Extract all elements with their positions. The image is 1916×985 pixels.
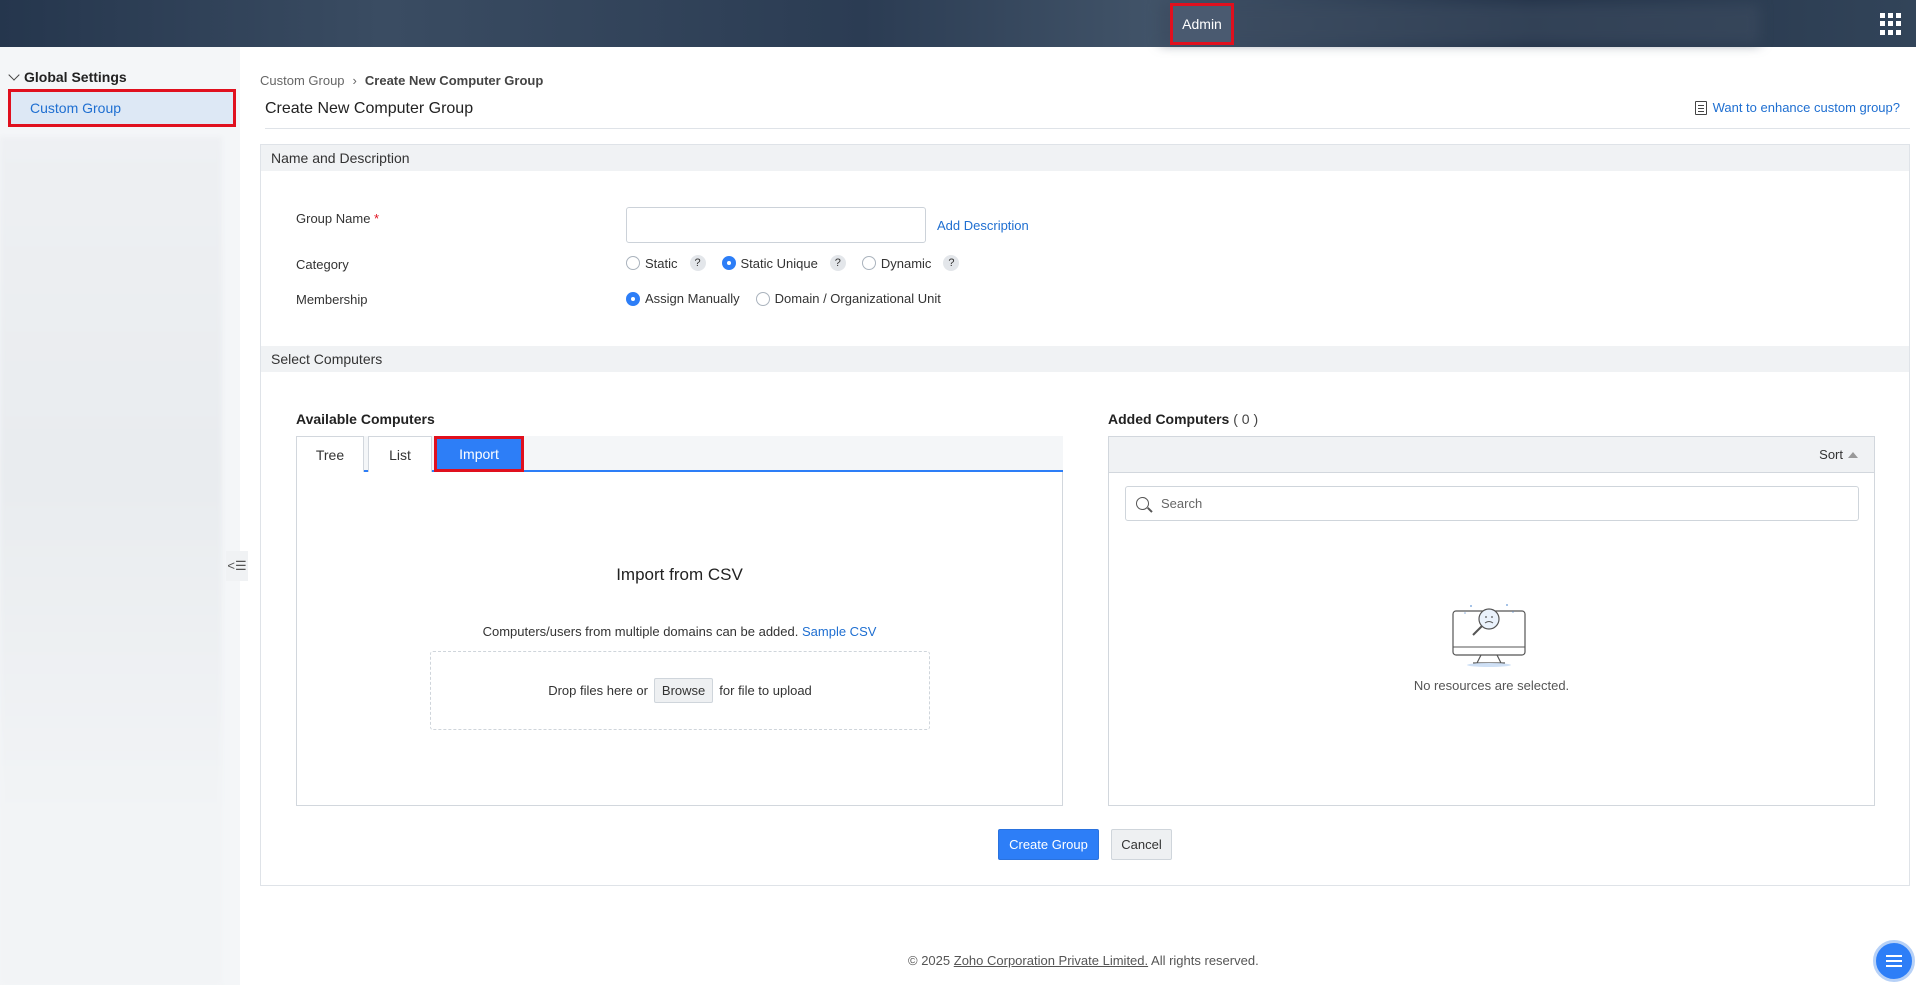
browse-button[interactable]: Browse: [653, 678, 714, 703]
added-computers-panel: Sort No resou: [1108, 436, 1875, 806]
added-title-text: Added Computers: [1108, 411, 1230, 427]
breadcrumb-current: Create New Computer Group: [364, 73, 544, 88]
membership-label: Membership: [296, 292, 368, 307]
required-mark: *: [374, 211, 380, 226]
sort-label: Sort: [1819, 447, 1843, 462]
group-name-input[interactable]: [626, 207, 926, 243]
create-group-button[interactable]: Create Group: [998, 829, 1099, 860]
radio-icon[interactable]: [861, 256, 876, 270]
option-label: Static Unique: [740, 255, 818, 271]
option-label: Domain / Organizational Unit: [774, 291, 941, 306]
radio-selected-icon[interactable]: [626, 291, 640, 306]
menu-fab-icon[interactable]: [1873, 940, 1915, 982]
category-option-static-unique[interactable]: Static Unique?: [721, 255, 868, 271]
sidebar: Global Settings Custom Group <☰: [0, 47, 248, 985]
sidebar-heading-label: Global Settings: [24, 69, 127, 85]
sidebar-item-custom-group[interactable]: Custom Group: [8, 89, 236, 127]
tab-tree[interactable]: Tree: [296, 436, 364, 472]
help-icon[interactable]: ?: [829, 255, 846, 271]
blurred-sidebar-items: [0, 137, 222, 985]
chevron-down-icon: [8, 69, 20, 81]
membership-radio-group: Assign Manually Domain / Organizational …: [626, 291, 957, 306]
available-computers-title: Available Computers: [296, 411, 435, 427]
form-panel: Name and Description Group Name * Add De…: [260, 144, 1910, 886]
category-radio-group: Static? Static Unique? Dynamic?: [626, 255, 997, 271]
added-count: ( 0 ): [1233, 411, 1259, 427]
option-label: Assign Manually: [645, 291, 740, 306]
breadcrumb: Custom Group › Create New Computer Group: [260, 73, 543, 88]
search-input[interactable]: [1161, 496, 1841, 511]
tab-import[interactable]: Import: [434, 436, 524, 472]
blurred-nav-items: [1160, 4, 1760, 44]
radio-icon[interactable]: [626, 256, 640, 270]
section-heading-name-description: Name and Description: [261, 145, 1909, 171]
help-icon[interactable]: ?: [689, 255, 706, 271]
category-option-static[interactable]: Static?: [626, 255, 728, 271]
category-label: Category: [296, 257, 349, 272]
sample-csv-link[interactable]: Sample CSV: [802, 624, 876, 639]
footer-company-link[interactable]: Zoho Corporation Private Limited.: [954, 953, 1148, 968]
group-name-label-text: Group Name: [296, 211, 371, 226]
drop-text-suffix: for file to upload: [719, 683, 812, 698]
app-grid-icon[interactable]: [1880, 13, 1902, 35]
import-panel: Import from CSV Computers/users from mul…: [296, 472, 1063, 806]
membership-option-domain-ou[interactable]: Domain / Organizational Unit: [755, 291, 941, 306]
radio-selected-icon[interactable]: [721, 256, 736, 270]
import-note-text: Computers/users from multiple domains ca…: [482, 624, 799, 639]
add-description-link[interactable]: Add Description: [937, 218, 1029, 233]
help-icon[interactable]: ?: [943, 255, 960, 271]
option-label: Dynamic: [880, 255, 932, 271]
search-icon: [1136, 497, 1149, 510]
sidebar-section-global-settings[interactable]: Global Settings: [8, 69, 127, 85]
import-title: Import from CSV: [616, 565, 743, 584]
page-title: Create New Computer Group: [265, 100, 474, 117]
drop-text: Drop files here or: [548, 683, 648, 698]
footer-rights: All rights reserved.: [1151, 953, 1259, 968]
category-option-dynamic[interactable]: Dynamic?: [861, 255, 982, 271]
sort-button[interactable]: Sort: [1819, 447, 1858, 462]
divider: [265, 128, 1910, 129]
sort-ascending-icon: [1848, 451, 1858, 458]
top-navigation-bar: Admin: [0, 0, 1916, 47]
enhance-custom-group-link[interactable]: Want to enhance custom group?: [1694, 100, 1900, 115]
tab-list[interactable]: List: [368, 436, 432, 472]
admin-tab[interactable]: Admin: [1170, 3, 1234, 45]
empty-monitor-magnifier-icon: [1452, 604, 1526, 667]
empty-state-text: No resources are selected.: [1413, 678, 1570, 693]
collapse-sidebar-icon[interactable]: <☰: [226, 551, 248, 581]
tab-bar: Tree List Import: [296, 436, 1063, 472]
import-note: Computers/users from multiple domains ca…: [297, 624, 1062, 639]
added-computers-title: Added Computers ( 0 ): [1108, 411, 1258, 427]
added-panel-header: Sort: [1109, 437, 1874, 473]
file-dropzone[interactable]: Drop files here or Browse for file to up…: [430, 651, 930, 730]
option-label: Static: [645, 255, 678, 271]
membership-option-assign-manually[interactable]: Assign Manually: [626, 291, 740, 306]
enhance-link-label: Want to enhance custom group?: [1712, 100, 1900, 115]
group-name-label: Group Name *: [296, 211, 379, 226]
radio-icon[interactable]: [755, 291, 770, 306]
footer: © 2025 Zoho Corporation Private Limited.…: [908, 953, 1259, 968]
chevron-right-icon: ›: [352, 73, 357, 88]
cancel-button[interactable]: Cancel: [1111, 829, 1172, 860]
search-field[interactable]: [1125, 486, 1859, 521]
footer-copyright: © 2025: [908, 953, 951, 968]
document-icon: [1694, 100, 1707, 115]
section-heading-select-computers: Select Computers: [261, 346, 1909, 372]
breadcrumb-link-custom-group[interactable]: Custom Group: [260, 73, 345, 88]
